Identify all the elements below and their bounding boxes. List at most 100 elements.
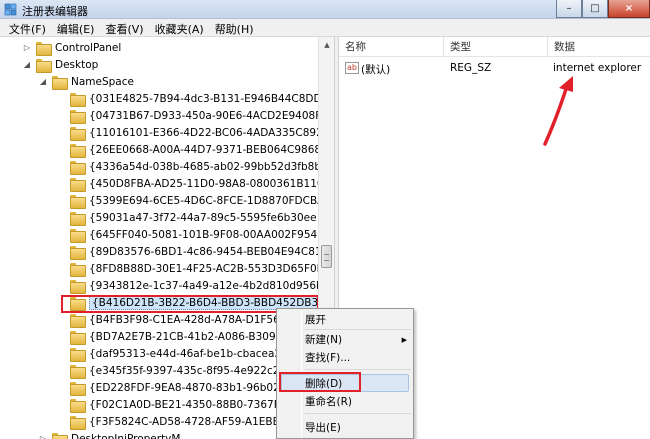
- window-title: 注册表编辑器: [22, 5, 88, 18]
- tree-node[interactable]: {ED228FDF-9EA8-4870-83b1-96b02CFE: [56, 379, 300, 396]
- expand-arrow-icon[interactable]: ▷: [22, 43, 32, 53]
- folder-icon: [70, 143, 86, 158]
- menu-separator: [305, 329, 411, 330]
- folder-icon: [70, 313, 86, 328]
- menu-item-label: 查找(F)...: [305, 352, 351, 364]
- tree-node[interactable]: {5399E694-6CE5-4D6C-8FCE-1D8870FDCBA0}: [56, 192, 334, 209]
- submenu-arrow-icon: ▶: [401, 335, 407, 344]
- folder-icon: [36, 58, 52, 73]
- collapse-arrow-icon[interactable]: ◢: [22, 60, 32, 70]
- tree-node-label: {BD7A2E7B-21CB-41b2-A086-B309680: [89, 330, 296, 343]
- tree-node[interactable]: ◢ Desktop: [22, 56, 98, 73]
- tree-node-label: {B4FB3F98-C1EA-428d-A78A-D1F5659C: [89, 313, 301, 326]
- menu-help[interactable]: 帮助(H): [210, 19, 260, 36]
- tree-node[interactable]: {645FF040-5081-101B-9F08-00AA002F954E}: [56, 226, 331, 243]
- value-name: (默认): [361, 64, 391, 76]
- window-controls: – □ ×: [556, 0, 650, 19]
- menu-item-expand[interactable]: 展开: [305, 311, 409, 328]
- menu-item-new[interactable]: 新建(N) ▶: [305, 331, 409, 348]
- menu-item-export[interactable]: 导出(E): [305, 419, 409, 436]
- folder-icon: [70, 279, 86, 294]
- folder-icon: [52, 75, 68, 90]
- tree-node[interactable]: {59031a47-3f72-44a7-89c5-5595fe6b30ee}: [56, 209, 323, 226]
- maximize-button[interactable]: □: [582, 0, 608, 18]
- folder-icon: [70, 160, 86, 175]
- tree-node[interactable]: ◢ NameSpace: [38, 73, 134, 90]
- title-bar: 注册表编辑器 – □ ×: [0, 0, 650, 19]
- scroll-thumb[interactable]: [321, 245, 332, 268]
- tree-node-label: {daf95313-e44d-46af-be1b-cbacea2c3: [89, 347, 294, 360]
- folder-icon: [70, 415, 86, 430]
- value-row[interactable]: ab (默认) REG_SZ internet explorer: [339, 60, 650, 77]
- expand-arrow-icon[interactable]: ▷: [38, 434, 48, 439]
- column-header-name[interactable]: 名称: [339, 37, 444, 56]
- tree-node[interactable]: {F3F5824C-AD58-4728-AF59-A1EBE339: [56, 413, 299, 430]
- folder-icon: [70, 92, 86, 107]
- menu-edit[interactable]: 编辑(E): [52, 19, 101, 36]
- menu-view[interactable]: 查看(V): [100, 19, 149, 36]
- folder-icon: [70, 177, 86, 192]
- tree-node-label: {645FF040-5081-101B-9F08-00AA002F954E}: [89, 228, 331, 241]
- tree-node-label: {e345f35f-9397-435c-8f95-4e922c2625: [89, 364, 300, 377]
- tree-node[interactable]: {9343812e-1c37-4a49-a12e-4b2d810d956b}: [56, 277, 329, 294]
- tree-node[interactable]: {BD7A2E7B-21CB-41b2-A086-B309680: [56, 328, 296, 345]
- folder-icon: [52, 432, 68, 439]
- tree-node[interactable]: {F02C1A0D-BE21-4350-88B0-7367FC96: [56, 396, 300, 413]
- menu-item-rename[interactable]: 重命名(R): [305, 393, 409, 410]
- tree-node-label: {450D8FBA-AD25-11D0-98A8-0800361B1103}: [89, 177, 334, 190]
- tree-node[interactable]: {11016101-E366-4D22-BC06-4ADA335C892B}: [56, 124, 334, 141]
- tree-node[interactable]: {450D8FBA-AD25-11D0-98A8-0800361B1103}: [56, 175, 334, 192]
- close-button[interactable]: ×: [608, 0, 650, 18]
- tree-node-label: ControlPanel: [55, 41, 122, 54]
- tree-node[interactable]: {89D83576-6BD1-4c86-9454-BEB04E94C819}: [56, 243, 334, 260]
- tree-node[interactable]: ▷ ControlPanel: [22, 39, 121, 56]
- minimize-button[interactable]: –: [556, 0, 582, 18]
- menu-favorites[interactable]: 收藏夹(A): [150, 19, 210, 36]
- tree-node-label: {031E4825-7B94-4dc3-B131-E946B44C8DD5}: [89, 92, 334, 105]
- menu-file[interactable]: 文件(F): [4, 19, 52, 36]
- folder-icon: [70, 126, 86, 141]
- folder-icon: [70, 228, 86, 243]
- collapse-arrow-icon[interactable]: ◢: [38, 77, 48, 87]
- tree-node[interactable]: {B4FB3F98-C1EA-428d-A78A-D1F5659C: [56, 311, 300, 328]
- tree-node[interactable]: {04731B67-D933-450a-90E6-4ACD2E9408FE}: [56, 107, 334, 124]
- tree-node[interactable]: {8FD8B88D-30E1-4F25-AC2B-553D3D65F0EA}: [56, 260, 334, 277]
- tree-node-label: {5399E694-6CE5-4D6C-8FCE-1D8870FDCBA0}: [89, 194, 334, 207]
- menu-separator: [305, 369, 411, 370]
- folder-icon: [70, 398, 86, 413]
- tree-node[interactable]: {26EE0668-A00A-44D7-9371-BEB064C98683}: [56, 141, 334, 158]
- folder-icon: [36, 41, 52, 56]
- tree-node[interactable]: {031E4825-7B94-4dc3-B131-E946B44C8DD5}: [56, 90, 334, 107]
- tree-node-label: {F3F5824C-AD58-4728-AF59-A1EBE339: [89, 415, 300, 428]
- menu-separator: [305, 413, 411, 414]
- tree-node[interactable]: ▷ DesktopIniPropertyM: [38, 430, 180, 439]
- tree-node[interactable]: {e345f35f-9397-435c-8f95-4e922c2625: [56, 362, 299, 379]
- delete-annotation-box: [279, 372, 361, 392]
- menu-item-find[interactable]: 查找(F)...: [305, 349, 409, 366]
- column-header-type[interactable]: 类型: [444, 37, 548, 56]
- header-divider: [339, 56, 650, 57]
- column-header-data[interactable]: 数据: [548, 37, 650, 56]
- tree-node-label: {9343812e-1c37-4a49-a12e-4b2d810d956b}: [89, 279, 330, 292]
- tree-node-label: {8FD8B88D-30E1-4F25-AC2B-553D3D65F0EA}: [89, 262, 334, 275]
- tree-node-label: NameSpace: [71, 75, 134, 88]
- scroll-up-arrow-icon[interactable]: ▲: [319, 37, 335, 53]
- menu-item-label: 展开: [305, 314, 326, 326]
- red-arrow-icon: [543, 76, 573, 146]
- tree-node[interactable]: {daf95313-e44d-46af-be1b-cbacea2c3: [56, 345, 294, 362]
- folder-icon: [70, 211, 86, 226]
- tree-node[interactable]: {4336a54d-038b-4685-ab02-99bb52d3fb8b}: [56, 158, 328, 175]
